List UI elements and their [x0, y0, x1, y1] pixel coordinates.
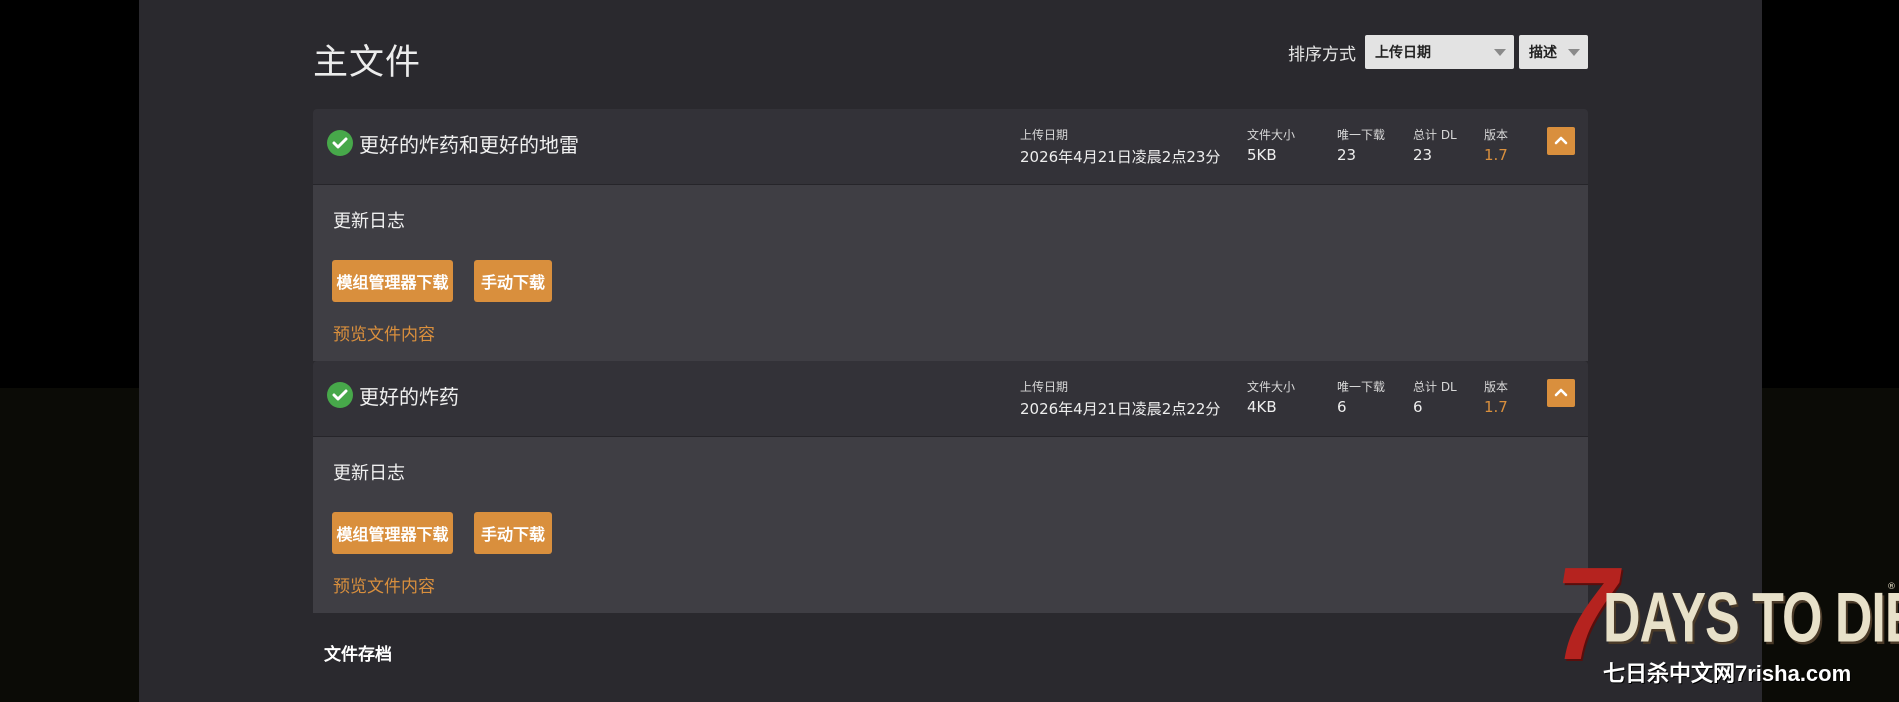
upload-date: 上传日期 2026年4月21日凌晨2点22分: [1020, 378, 1220, 419]
upload-date-value: 2026年4月21日凌晨2点22分: [1020, 400, 1221, 418]
version: 版本 1.7: [1484, 378, 1508, 416]
file-name: 更好的炸药: [359, 385, 459, 409]
collapse-button[interactable]: [1547, 127, 1575, 155]
file-size: 文件大小 5KB: [1247, 126, 1295, 164]
file-size-value: 5KB: [1247, 146, 1277, 164]
check-circle-icon: [327, 382, 353, 408]
sort-label: 排序方式: [1288, 45, 1356, 65]
file-size-label: 文件大小: [1247, 380, 1296, 394]
unique-downloads-value: 6: [1337, 398, 1347, 416]
sort-by-select[interactable]: 上传日期: [1365, 35, 1514, 69]
file-name: 更好的炸药和更好的地雷: [359, 133, 579, 157]
total-downloads-label: 总计 DL: [1413, 128, 1457, 142]
version-value: 1.7: [1484, 398, 1508, 416]
mod-manager-download-button[interactable]: 模组管理器下载: [332, 260, 453, 302]
file-card: 更好的炸药 上传日期 2026年4月21日凌晨2点22分 文件大小 4KB 唯一…: [313, 361, 1588, 613]
sort-order-select[interactable]: 描述: [1519, 35, 1588, 69]
unique-downloads-value: 23: [1337, 146, 1357, 164]
file-size-label: 文件大小: [1247, 128, 1296, 142]
total-downloads: 总计 DL 23: [1413, 126, 1457, 164]
version-label: 版本: [1484, 128, 1509, 142]
logo-title: DAYS TO DIE: [1603, 579, 1899, 658]
unique-downloads: 唯一下载 6: [1337, 378, 1385, 416]
collapse-button[interactable]: [1547, 379, 1575, 407]
file-header[interactable]: 更好的炸药和更好的地雷 上传日期 2026年4月21日凌晨2点23分 文件大小 …: [313, 109, 1588, 185]
total-downloads-value: 6: [1413, 398, 1423, 416]
upload-date-label: 上传日期: [1020, 380, 1069, 394]
unique-downloads-label: 唯一下载: [1337, 128, 1386, 142]
changelog-heading: 更新日志: [333, 463, 405, 484]
sort-by-value: 上传日期: [1375, 45, 1431, 61]
preview-file-link[interactable]: 预览文件内容: [333, 320, 435, 345]
preview-file-link[interactable]: 预览文件内容: [333, 572, 435, 597]
upload-date: 上传日期 2026年4月21日凌晨2点23分: [1020, 126, 1220, 167]
page-title: 主文件: [313, 43, 422, 83]
unique-downloads-label: 唯一下载: [1337, 380, 1386, 394]
chevron-down-icon: [1568, 49, 1580, 56]
unique-downloads: 唯一下载 23: [1337, 126, 1385, 164]
changelog-heading: 更新日志: [333, 211, 405, 232]
game-logo-watermark: 7 DAYS TO DIE ® 七日杀中文网7risha.com: [1555, 548, 1899, 690]
file-details: 更新日志 模组管理器下载 手动下载 预览文件内容: [313, 185, 1588, 361]
file-size-value: 4KB: [1247, 398, 1277, 416]
total-downloads: 总计 DL 6: [1413, 378, 1457, 416]
upload-date-label: 上传日期: [1020, 128, 1069, 142]
watermark-site-text: 七日杀中文网7risha.com: [1603, 661, 1852, 686]
file-details: 更新日志 模组管理器下载 手动下载 预览文件内容: [313, 437, 1588, 613]
chevron-down-icon: [1494, 49, 1506, 56]
version: 版本 1.7: [1484, 126, 1508, 164]
total-downloads-label: 总计 DL: [1413, 380, 1457, 394]
manual-download-button[interactable]: 手动下载: [474, 260, 552, 302]
sort-order-value: 描述: [1529, 45, 1557, 61]
upload-date-value: 2026年4月21日凌晨2点23分: [1020, 148, 1221, 166]
mod-manager-download-button[interactable]: 模组管理器下载: [332, 512, 453, 554]
file-size: 文件大小 4KB: [1247, 378, 1295, 416]
total-downloads-value: 23: [1413, 146, 1433, 164]
file-header[interactable]: 更好的炸药 上传日期 2026年4月21日凌晨2点22分 文件大小 4KB 唯一…: [313, 361, 1588, 437]
registered-mark: ®: [1887, 582, 1896, 592]
version-value: 1.7: [1484, 146, 1508, 164]
check-circle-icon: [327, 130, 353, 156]
version-label: 版本: [1484, 380, 1509, 394]
archive-heading: 文件存档: [324, 645, 392, 665]
file-card: 更好的炸药和更好的地雷 上传日期 2026年4月21日凌晨2点23分 文件大小 …: [313, 109, 1588, 361]
manual-download-button[interactable]: 手动下载: [474, 512, 552, 554]
